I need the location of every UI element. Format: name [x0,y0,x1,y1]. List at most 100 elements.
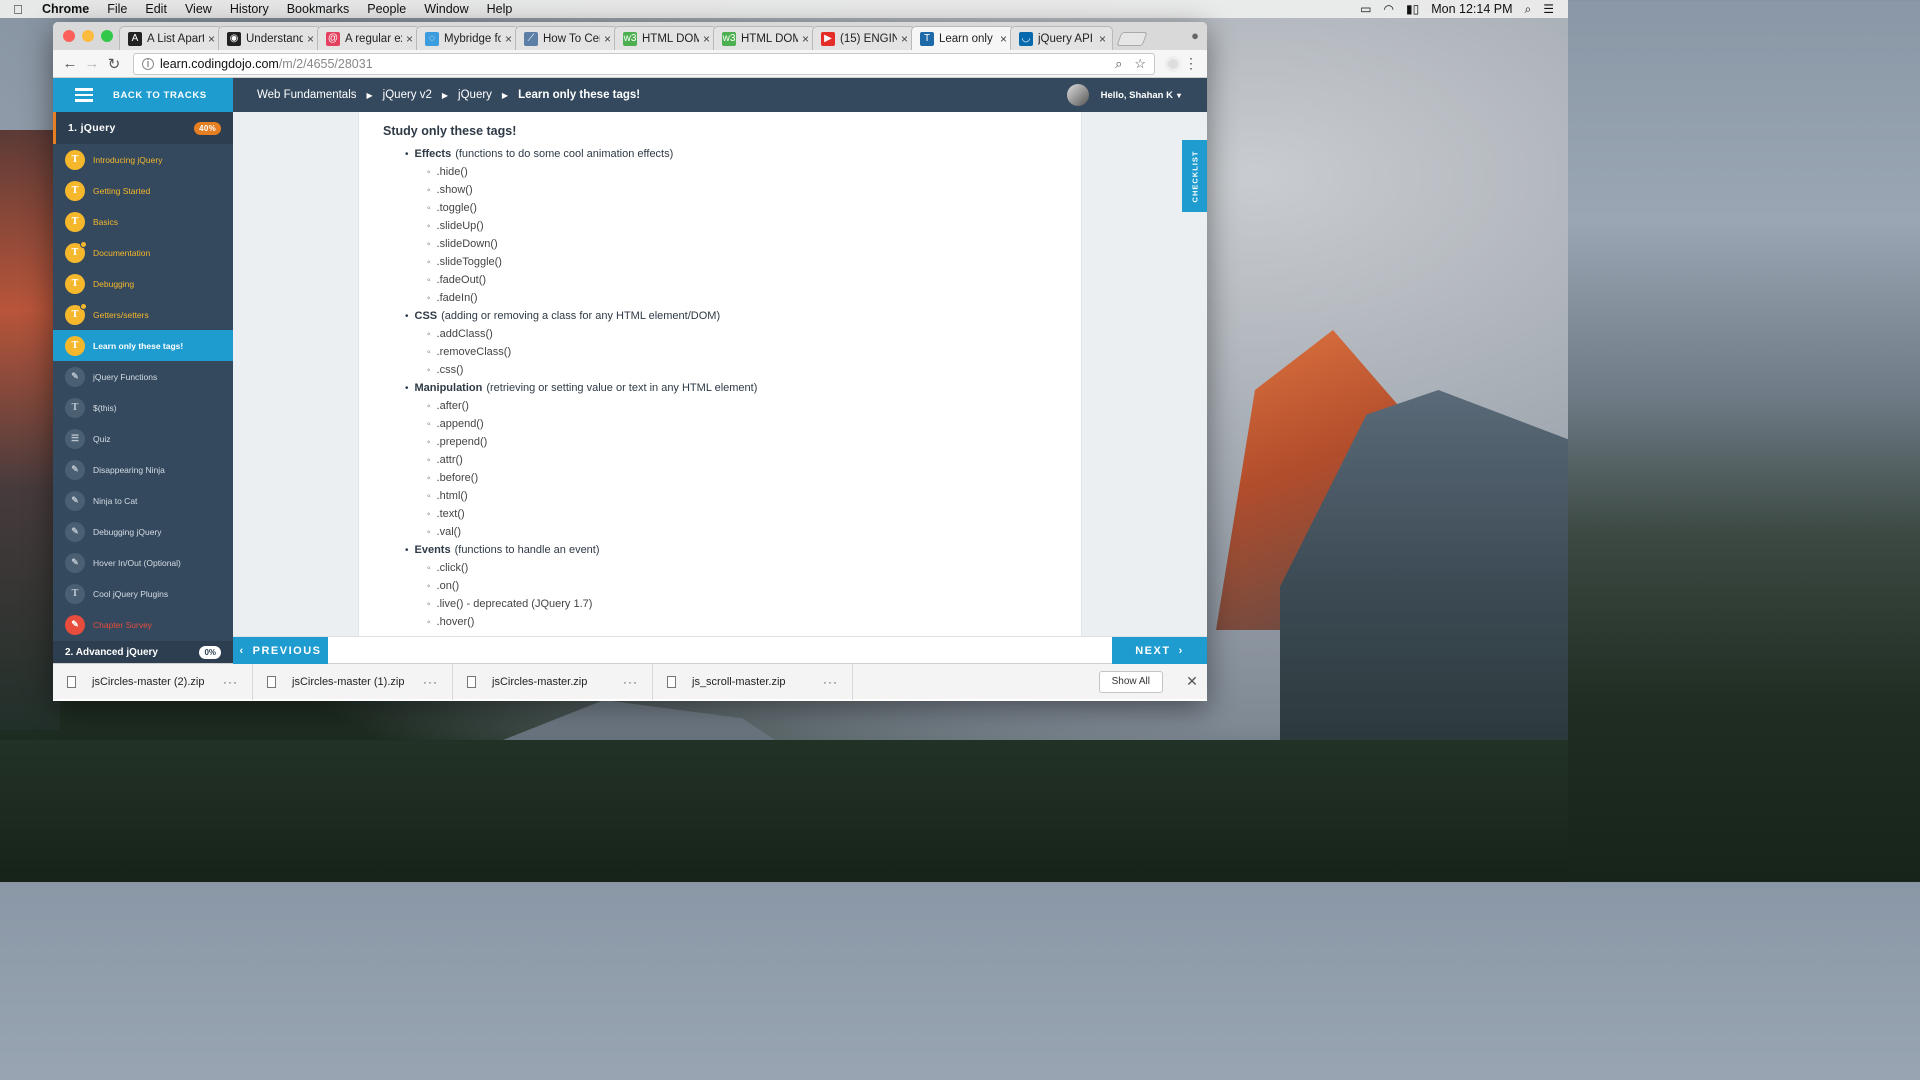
close-tab-icon[interactable]: × [208,32,215,46]
sidebar-lesson-item[interactable]: ✎ Disappearing Ninja [53,454,233,485]
wifi-icon[interactable]: ◠ [1384,2,1394,16]
checklist-label: CHECKLIST [1190,150,1200,202]
breadcrumb-web-fundamentals[interactable]: Web Fundamentals [257,89,357,101]
show-all-downloads-button[interactable]: Show All [1098,670,1163,693]
sidebar-lesson-item[interactable]: T $(this) [53,392,233,423]
download-item[interactable]: js_scroll-master.zip ··· [653,663,853,700]
profile-icon[interactable]: ● [1191,28,1199,43]
browser-tab[interactable]: ▶ (15) ENGINE × [812,26,915,50]
method-item: .live() - deprecated (JQuery 1.7) [427,595,1081,613]
apple-icon[interactable]:  [0,2,36,17]
sidebar-lesson-item[interactable]: ✎ Hover In/Out (Optional) [53,547,233,578]
zoom-icon[interactable]: ⌕ [1115,56,1122,72]
sidebar-lesson-item[interactable]: ✎ jQuery Functions [53,361,233,392]
extension-icon[interactable] [1165,55,1181,72]
browser-tab[interactable]: T Learn only th × [911,26,1014,50]
close-tab-icon[interactable]: × [604,32,611,46]
zoom-window-button[interactable] [101,30,113,42]
close-tab-icon[interactable]: × [1099,32,1106,46]
browser-tab[interactable]: A A List Apart: × [119,26,222,50]
browser-tab[interactable]: ⟋ How To Cent × [515,26,618,50]
topic-group: CSS(adding or removing a class for any H… [405,307,1081,379]
address-bar[interactable]: i learn.codingdojo.com/m/2/4655/28031 ⌕ … [133,52,1155,75]
download-item[interactable]: jsCircles-master.zip ··· [453,663,653,700]
chrome-menu-icon[interactable]: ⋮ [1181,55,1201,72]
browser-tab[interactable]: ◡ jQuery API D × [1010,26,1113,50]
lesson-type-icon: ✎ [65,459,85,480]
menu-window[interactable]: Window [415,2,477,16]
menu-chrome[interactable]: Chrome [36,2,98,16]
sidebar-lesson-item[interactable]: T Learn only these tags! [53,330,233,361]
close-tab-icon[interactable]: × [802,32,809,46]
close-tab-icon[interactable]: × [406,32,413,46]
menu-bar-clock[interactable]: Mon 12:14 PM [1431,2,1512,16]
sidebar-lesson-item[interactable]: T Cool jQuery Plugins [53,578,233,609]
info-icon[interactable]: i [142,57,154,70]
tab-title: Mybridge fo [444,32,501,45]
download-item[interactable]: jsCircles-master (1).zip ··· [253,663,453,700]
mac-menu-bar:  ChromeFileEditViewHistoryBookmarksPeop… [0,0,1568,18]
back-arrow-icon[interactable]: ← [59,55,81,72]
menu-file[interactable]: File [98,2,136,16]
spotlight-search-icon[interactable]: ⌕ [1525,2,1532,17]
minimize-window-button[interactable] [82,30,94,42]
user-greeting[interactable]: Hello, Shahan K [1101,90,1173,101]
airplay-icon[interactable]: ▭ [1360,2,1371,16]
menu-bookmarks[interactable]: Bookmarks [278,2,359,16]
chevron-down-icon[interactable]: ▾ [1177,91,1181,100]
sidebar-lesson-item[interactable]: T Debugging [53,268,233,299]
sidebar-lesson-item[interactable]: ✎ Chapter Survey [53,609,233,640]
sidebar-lesson-item[interactable]: ☰ Quiz [53,423,233,454]
close-window-button[interactable] [63,30,75,42]
next-button[interactable]: NEXT › [1112,637,1207,664]
bookmark-star-icon[interactable]: ☆ [1134,56,1146,72]
breadcrumb-jquery-v2[interactable]: jQuery v2 [383,89,432,101]
sidebar-lesson-item[interactable]: T Documentation [53,237,233,268]
sidebar-lesson-item[interactable]: T Getting Started [53,175,233,206]
chapter-jquery[interactable]: 1. jQuery 40% [53,112,233,144]
sidebar-lesson-item[interactable]: ✎ Debugging jQuery [53,516,233,547]
hamburger-menu-icon[interactable] [75,85,93,105]
close-tab-icon[interactable]: × [307,32,314,46]
browser-tab[interactable]: ◌ Mybridge fo × [416,26,519,50]
reload-icon[interactable]: ↻ [103,55,125,73]
download-filename: js_scroll-master.zip [692,675,786,688]
browser-tab[interactable]: @ A regular exp × [317,26,420,50]
sidebar-lesson-item[interactable]: T Getters/setters [53,299,233,330]
close-tab-icon[interactable]: × [703,32,710,46]
menu-people[interactable]: People [358,2,415,16]
close-tab-icon[interactable]: × [505,32,512,46]
lesson-label: Debugging jQuery [93,526,162,537]
forward-arrow-icon[interactable]: → [81,55,103,72]
user-menu[interactable]: Hello, Shahan K ▾ [1066,84,1207,106]
close-tab-icon[interactable]: × [1000,32,1007,46]
more-options-icon[interactable]: ··· [223,675,238,689]
menu-help[interactable]: Help [478,2,522,16]
avatar[interactable] [1066,84,1089,106]
sidebar-lesson-item[interactable]: ✎ Ninja to Cat [53,485,233,516]
close-tab-icon[interactable]: × [901,32,908,46]
menu-history[interactable]: History [221,2,278,16]
new-tab-button[interactable] [1116,32,1148,46]
download-shelf: jsCircles-master (2).zip ··· jsCircles-mas… [53,663,1207,700]
lesson-label: Hover In/Out (Optional) [93,557,181,568]
chapter-advanced-jquery[interactable]: 2. Advanced jQuery 0% [53,641,233,663]
previous-button[interactable]: ‹ PREVIOUS [233,637,328,664]
browser-tab[interactable]: w3 HTML DOM × [713,26,816,50]
download-item[interactable]: jsCircles-master (2).zip ··· [53,663,253,700]
breadcrumb-jquery[interactable]: jQuery [458,89,492,101]
menu-edit[interactable]: Edit [136,2,176,16]
sidebar-lesson-item[interactable]: T Introducing jQuery [53,144,233,175]
more-options-icon[interactable]: ··· [623,675,638,689]
sidebar-lesson-item[interactable]: T Basics [53,206,233,237]
back-to-tracks-button[interactable]: BACK TO TRACKS [53,78,233,112]
checklist-tab[interactable]: CHECKLIST [1182,140,1207,212]
more-options-icon[interactable]: ··· [423,675,438,689]
notification-center-icon[interactable]: ☰ [1543,2,1554,16]
close-icon[interactable]: ✕ [1177,673,1207,690]
browser-tab[interactable]: w3 HTML DOM × [614,26,717,50]
menu-view[interactable]: View [176,2,221,16]
browser-tab[interactable]: ◉ Understand × [218,26,321,50]
battery-icon[interactable]: ▮▯ [1406,2,1419,16]
more-options-icon[interactable]: ··· [823,675,838,689]
